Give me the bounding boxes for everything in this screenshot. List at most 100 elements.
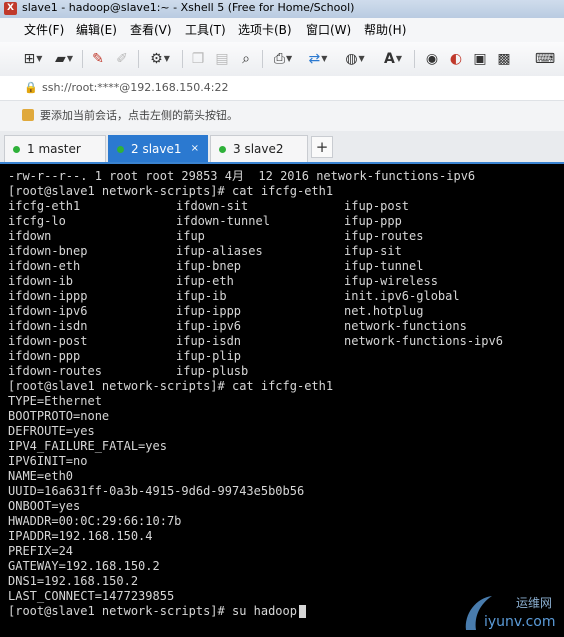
toolbar: ⊞▼ ▰▼ ✎ ✐ ⚙▼ ❐ ▤ ⌕ ⎙▼ ⇄▼ ◍▼ A▼ ◉ ◐ ▣ ▩ ⌨ xyxy=(0,42,564,77)
listing-cell: ifup-plusb xyxy=(176,364,249,378)
listing-cell: ifdown-bnep xyxy=(8,244,88,258)
script-icon[interactable]: ▣ xyxy=(470,50,490,68)
listing-cell: ifup xyxy=(176,229,205,243)
terminal-cursor xyxy=(298,605,306,618)
listing-cell: ifup-routes xyxy=(344,229,424,243)
open-folder-icon[interactable]: ▰▼ xyxy=(50,50,78,68)
config-line: IPADDR=192.168.150.4 xyxy=(8,529,153,543)
config-line: UUID=16a631ff-0a3b-4915-9d6d-99743e5b0b5… xyxy=(8,484,305,498)
menu-tools[interactable]: 工具(T) xyxy=(183,18,228,42)
listing-cell: ifdown-tunnel xyxy=(176,214,270,228)
listing-cell: ifdown-ib xyxy=(8,274,74,288)
keyboard-icon[interactable]: ⌨ xyxy=(534,50,556,68)
toolbar-divider xyxy=(262,50,263,68)
tab-close-icon[interactable]: × xyxy=(191,136,199,162)
listing-cell: ifup-aliases xyxy=(176,244,263,258)
listing-cell: ifcfg-eth1 xyxy=(8,199,81,213)
connect-icon[interactable]: ✎ xyxy=(88,50,108,68)
listing-cell: ifdown-ippp xyxy=(8,289,88,303)
connected-status-icon xyxy=(219,146,226,153)
address-bar[interactable]: 🔒 ssh://root:****@192.168.150.4:22 xyxy=(0,76,564,101)
toolbar-divider xyxy=(414,50,415,68)
config-line: GATEWAY=192.168.150.2 xyxy=(8,559,160,573)
tab-label: 2 slave1 xyxy=(131,142,182,156)
listing-cell: ifdown-ipv6 xyxy=(8,304,88,318)
listing-cell: ifup-wireless xyxy=(344,274,438,288)
listing-cell: ifdown-sit xyxy=(176,199,249,213)
prompt-text: [root@slave1 network-scripts]# su hadoop xyxy=(8,604,297,618)
connected-status-icon xyxy=(117,146,124,153)
globe-icon[interactable]: ◍▼ xyxy=(340,50,370,68)
listing-cell: ifcfg-lo xyxy=(8,214,66,228)
info-text: 要添加当前会话，点击左侧的箭头按钮。 xyxy=(40,109,238,122)
listing-cell: ifup-ipv6 xyxy=(176,319,242,333)
listing-cell: ifup-bnep xyxy=(176,259,242,273)
config-line: TYPE=Ethernet xyxy=(8,394,102,408)
lock-icon: 🔒 xyxy=(24,81,38,94)
connected-status-icon xyxy=(13,146,20,153)
terminal-prompt: [root@slave1 network-scripts]# su hadoop xyxy=(8,604,306,619)
listing-cell: ifdown xyxy=(8,229,52,243)
lock-screen-icon[interactable]: ▩ xyxy=(494,50,514,68)
listing-cell: ifup-eth xyxy=(176,274,234,288)
tab-strip: 1 master 2 slave1 × 3 slave2 xyxy=(0,131,564,164)
listing-cell: net.hotplug xyxy=(344,304,424,318)
listing-cell: ifdown-routes xyxy=(8,364,102,378)
disconnect-icon[interactable]: ✐ xyxy=(112,50,132,68)
find-icon[interactable]: ⌕ xyxy=(236,50,256,68)
window-title: slave1 - hadoop@slave1:~ - Xshell 5 (Fre… xyxy=(22,1,355,14)
font-icon[interactable]: A▼ xyxy=(378,50,408,68)
tab-slave1[interactable]: 2 slave1 × xyxy=(108,135,208,162)
toolbar-divider xyxy=(138,50,139,68)
title-bar: X slave1 - hadoop@slave1:~ - Xshell 5 (F… xyxy=(0,0,564,18)
xftp-icon[interactable]: ◉ xyxy=(422,50,442,68)
xshell-app-icon: X xyxy=(4,2,17,15)
print-icon[interactable]: ⎙▼ xyxy=(268,50,298,68)
paste-icon[interactable]: ▤ xyxy=(212,50,232,68)
new-session-icon[interactable]: ⊞▼ xyxy=(20,50,46,68)
tab-label: 3 slave2 xyxy=(233,142,284,156)
listing-cell: ifdown-ppp xyxy=(8,349,81,363)
listing-cell: ifup-post xyxy=(344,199,410,213)
menu-window[interactable]: 窗口(W) xyxy=(304,18,353,42)
config-line: BOOTPROTO=none xyxy=(8,409,110,423)
listing-cell: network-functions-ipv6 xyxy=(344,334,503,348)
listing-cell: ifup-tunnel xyxy=(344,259,424,273)
listing-cell: ifup-ippp xyxy=(176,304,242,318)
config-line: NAME=eth0 xyxy=(8,469,74,483)
listing-cell: ifup-plip xyxy=(176,349,242,363)
menu-file[interactable]: 文件(F) xyxy=(22,18,66,42)
listing-cell: ifup-isdn xyxy=(176,334,242,348)
config-line: IPV6INIT=no xyxy=(8,454,88,468)
xmanager-icon[interactable]: ◐ xyxy=(446,50,466,68)
terminal-prompt: [root@slave1 network-scripts]# cat ifcfg… xyxy=(8,184,334,198)
new-tab-button[interactable]: + xyxy=(311,136,333,158)
config-line: ONBOOT=yes xyxy=(8,499,81,513)
terminal-prompt: [root@slave1 network-scripts]# cat ifcfg… xyxy=(8,379,334,393)
info-bar: 要添加当前会话，点击左侧的箭头按钮。 xyxy=(0,101,564,131)
tab-master[interactable]: 1 master xyxy=(4,135,106,162)
copy-icon[interactable]: ❐ xyxy=(188,50,208,68)
address-value[interactable]: ssh://root:****@192.168.150.4:22 xyxy=(42,76,229,100)
listing-cell: ifdown-post xyxy=(8,334,88,348)
listing-cell: network-functions xyxy=(344,319,467,333)
menu-view[interactable]: 查看(V) xyxy=(128,18,174,42)
menu-help[interactable]: 帮助(H) xyxy=(362,18,408,42)
bookmark-icon xyxy=(22,109,34,121)
tab-label: 1 master xyxy=(27,142,81,156)
menu-tabs[interactable]: 选项卡(B) xyxy=(236,18,294,42)
toolbar-divider xyxy=(82,50,83,68)
menu-edit[interactable]: 编辑(E) xyxy=(74,18,119,42)
config-line: IPV4_FAILURE_FATAL=yes xyxy=(8,439,167,453)
transfer-icon[interactable]: ⇄▼ xyxy=(303,50,333,68)
listing-cell: init.ipv6-global xyxy=(344,289,460,303)
listing-cell: ifdown-isdn xyxy=(8,319,88,333)
terminal[interactable]: -rw-r--r--. 1 root root 29853 4月 12 2016… xyxy=(0,164,564,637)
properties-icon[interactable]: ⚙▼ xyxy=(145,50,175,68)
config-line: HWADDR=00:0C:29:66:10:7b xyxy=(8,514,182,528)
tab-slave2[interactable]: 3 slave2 xyxy=(210,135,308,162)
listing-cell: ifup-ib xyxy=(176,289,227,303)
config-line: DEFROUTE=yes xyxy=(8,424,95,438)
config-line: LAST_CONNECT=1477239855 xyxy=(8,589,175,603)
terminal-line: -rw-r--r--. 1 root root 29853 4月 12 2016… xyxy=(8,169,476,183)
